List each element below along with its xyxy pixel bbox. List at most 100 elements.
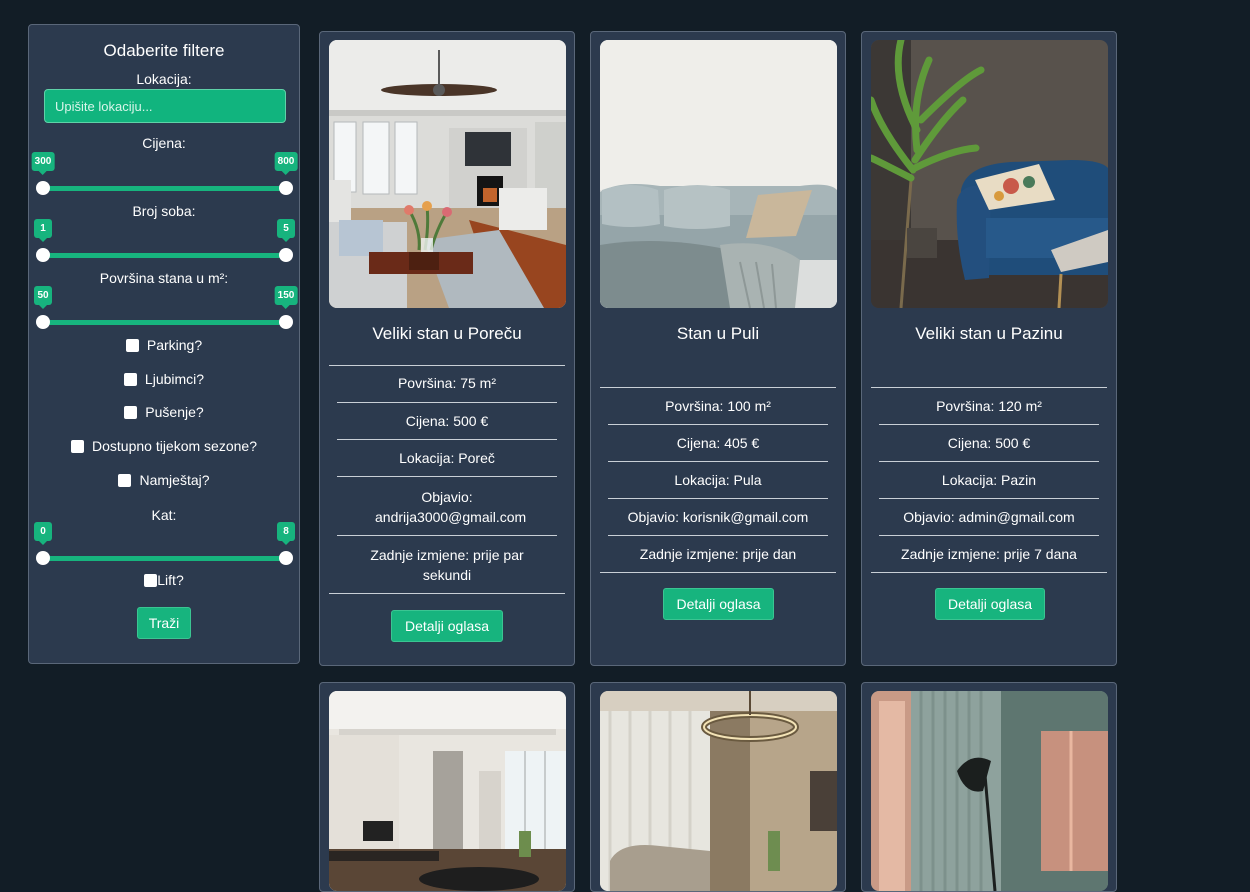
listing-price: Cijena: 500 €: [947, 435, 1031, 451]
listing-photo[interactable]: [600, 40, 837, 308]
price-label: Cijena:: [142, 135, 186, 151]
divider: [879, 461, 1099, 462]
rooms-min-bubble: 1: [34, 219, 52, 242]
listing-photo[interactable]: [871, 691, 1108, 891]
listing-area: Površina: 75 m²: [397, 375, 497, 391]
filter-title: Odaberite filtere: [103, 41, 225, 60]
details-button[interactable]: Detalji oglasa: [391, 610, 503, 642]
listing-price: Cijena: 500 €: [405, 413, 489, 429]
listing-location: Lokacija: Pazin: [941, 472, 1037, 488]
listing-photo[interactable]: [600, 691, 837, 891]
divider: [608, 424, 828, 425]
furniture-checkbox[interactable]: [118, 474, 132, 487]
listing-card: [319, 682, 575, 892]
rooms-max-handle[interactable]: [279, 248, 293, 262]
listing-card: [861, 682, 1117, 892]
floor-track[interactable]: [43, 556, 286, 561]
divider: [600, 387, 836, 388]
area-track[interactable]: [43, 320, 286, 325]
divider: [337, 476, 557, 477]
smoking-checkbox[interactable]: [124, 406, 138, 419]
price-range-slider[interactable]: 300 800: [29, 152, 301, 196]
listing-photo[interactable]: [871, 40, 1108, 308]
area-min-handle[interactable]: [36, 315, 50, 329]
lift-label: Lift?: [157, 572, 184, 588]
area-range-slider[interactable]: 50 150: [29, 286, 301, 330]
details-button[interactable]: Detalji oglasa: [663, 588, 774, 620]
listing-author: Objavio: admin@gmail.com: [903, 509, 1075, 525]
lift-checkbox[interactable]: [144, 574, 158, 587]
season-option[interactable]: Dostupno tijekom sezone?: [29, 438, 299, 454]
listing-photo[interactable]: [329, 691, 566, 891]
search-button[interactable]: Traži: [137, 607, 191, 639]
price-max-bubble: 800: [274, 152, 298, 175]
smoking-label: Pušenje?: [145, 404, 204, 420]
divider: [871, 572, 1107, 573]
parking-checkbox[interactable]: [125, 339, 139, 352]
listing-author: Objavio: korisnik@gmail.com: [627, 509, 809, 525]
area-max-bubble: 150: [274, 286, 298, 309]
parking-option[interactable]: Parking?: [29, 337, 299, 353]
listing-photo[interactable]: [329, 40, 566, 308]
divider: [871, 387, 1107, 388]
parking-label: Parking?: [146, 337, 203, 353]
rooms-label: Broj soba:: [132, 203, 196, 219]
divider: [329, 593, 565, 594]
listing-modified: Zadnje izmjene: prije par sekundi: [370, 547, 524, 583]
floor-label: Kat:: [151, 507, 177, 523]
rooms-max-bubble: 5: [277, 219, 295, 242]
divider: [608, 461, 828, 462]
rooms-min-handle[interactable]: [36, 248, 50, 262]
furniture-option[interactable]: Namještaj?: [29, 472, 299, 488]
floor-min-bubble: 0: [34, 522, 52, 545]
furniture-label: Namještaj?: [139, 472, 210, 488]
floor-max-handle[interactable]: [279, 551, 293, 565]
listing-area: Površina: 120 m²: [936, 398, 1042, 414]
divider: [337, 439, 557, 440]
rooms-track[interactable]: [43, 253, 286, 258]
price-min-handle[interactable]: [36, 181, 50, 195]
divider: [608, 498, 828, 499]
divider: [879, 535, 1099, 536]
listing-modified: Zadnje izmjene: prije 7 dana: [901, 546, 1077, 562]
floor-max-bubble: 8: [277, 522, 295, 545]
season-label: Dostupno tijekom sezone?: [92, 438, 257, 454]
listing-price: Cijena: 405 €: [676, 435, 760, 451]
listing-card: Veliki stan u Pazinu Površina: 120 m² Ci…: [861, 31, 1117, 666]
filter-panel: Odaberite filtere Lokacija: Cijena: 300 …: [28, 24, 300, 664]
floor-min-handle[interactable]: [36, 551, 50, 565]
divider: [329, 365, 565, 366]
listing-card: [590, 682, 846, 892]
divider: [600, 572, 836, 573]
pets-option[interactable]: Ljubimci?: [29, 371, 299, 387]
season-checkbox[interactable]: [71, 440, 84, 453]
listing-card: Veliki stan u Poreču Površina: 75 m² Cij…: [319, 31, 575, 666]
listing-card: Stan u Puli Površina: 100 m² Cijena: 405…: [590, 31, 846, 666]
pets-checkbox[interactable]: [123, 373, 137, 386]
listing-title: Stan u Puli: [676, 324, 760, 343]
location-input[interactable]: [44, 89, 286, 123]
area-label: Površina stana u m²:: [99, 270, 229, 286]
location-label: Lokacija:: [136, 71, 192, 87]
lift-option[interactable]: Lift?: [29, 572, 299, 588]
rooms-range-slider[interactable]: 1 5: [29, 219, 301, 263]
listing-title: Veliki stan u Pazinu: [915, 324, 1063, 343]
area-max-handle[interactable]: [279, 315, 293, 329]
floor-range-slider[interactable]: 0 8: [29, 522, 301, 566]
listing-area: Površina: 100 m²: [665, 398, 771, 414]
divider: [608, 535, 828, 536]
price-max-handle[interactable]: [279, 181, 293, 195]
divider: [337, 402, 557, 403]
divider: [879, 498, 1099, 499]
listing-title: Veliki stan u Poreču: [372, 324, 522, 343]
details-button[interactable]: Detalji oglasa: [935, 588, 1045, 620]
smoking-option[interactable]: Pušenje?: [29, 404, 299, 420]
area-min-bubble: 50: [34, 286, 52, 309]
pets-label: Ljubimci?: [144, 371, 205, 387]
price-min-bubble: 300: [31, 152, 55, 175]
divider: [337, 535, 557, 536]
listing-modified: Zadnje izmjene: prije dan: [639, 546, 797, 562]
price-track[interactable]: [43, 186, 286, 191]
listing-location: Lokacija: Poreč: [399, 450, 495, 466]
divider: [879, 424, 1099, 425]
